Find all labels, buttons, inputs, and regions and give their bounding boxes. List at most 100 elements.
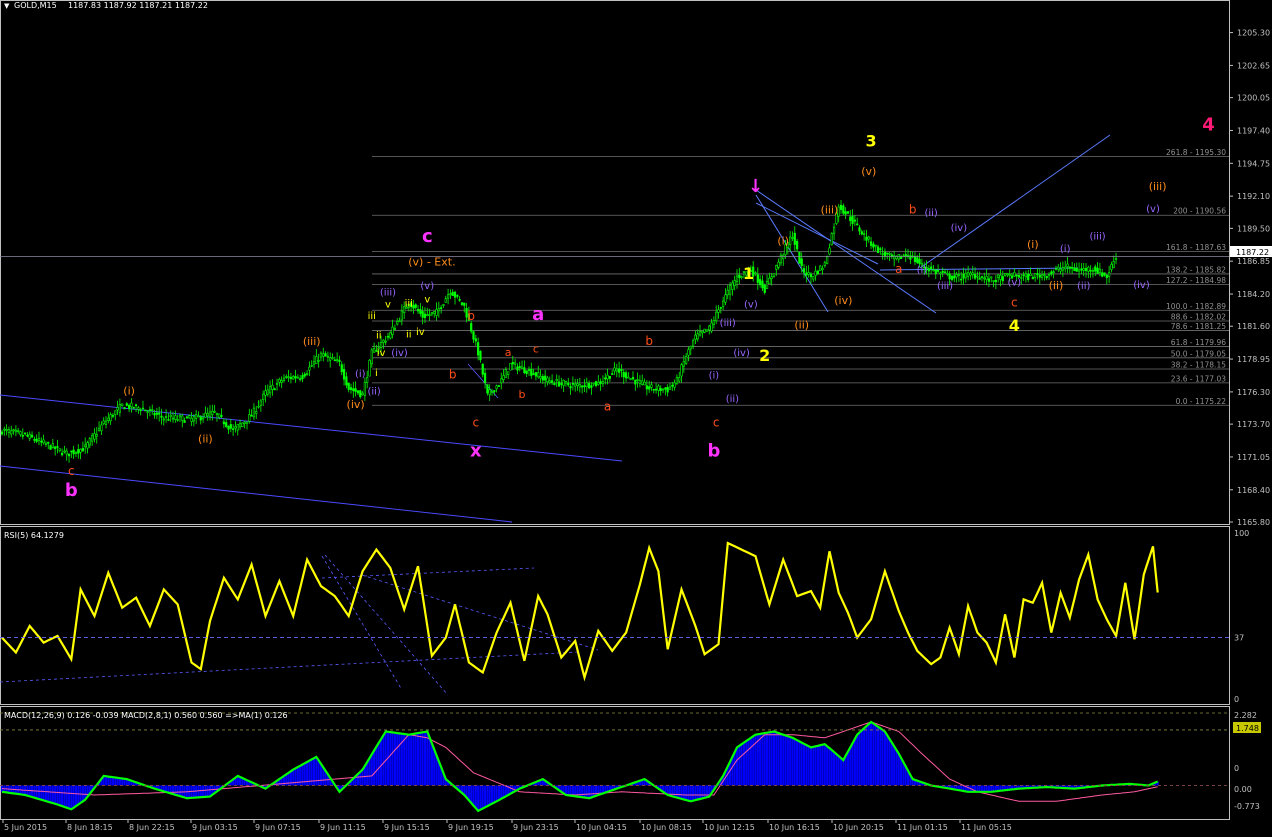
macd-histogram-bar [197,785,200,798]
candle-body [819,265,822,272]
candle-body [271,384,274,390]
rsi-pane[interactable]: 100 37 0 [0,529,1249,704]
candle-body [805,272,808,276]
price-tick-label: 1186.85 [1237,257,1270,266]
candle-body [525,370,528,375]
candle-body [856,223,859,226]
candle-body [222,421,225,425]
wave-label: ii [406,329,412,340]
candle-body [927,268,930,272]
macd-histogram-bar [42,785,45,801]
wave-label: (iii) [303,335,321,348]
candle-body [287,376,290,379]
candle-body [976,275,979,278]
candle-body [336,359,339,361]
macd-histogram-bar [890,742,893,786]
wave-label: (iv) [834,294,852,307]
time-tick-label: 10 Jun 08:15 [641,823,692,832]
candle-body [430,312,434,315]
candle-body [500,378,503,384]
macd-histogram-bar [761,733,764,786]
macd-histogram-bar [317,760,320,786]
macd-histogram-bar [782,734,785,786]
candle-body [675,376,679,384]
wave-label: 4 [1202,114,1215,135]
candle-body [973,274,977,279]
macd-histogram-bar [879,728,882,786]
wave-label: (iii) [937,281,953,292]
candle-body [839,204,843,210]
candle-body [400,310,403,321]
candle-body [280,380,283,383]
candle-body [530,368,533,376]
candle-body [777,261,780,268]
candle-body [1103,272,1106,276]
price-tick-label: 1173.70 [1237,420,1270,429]
macd-histogram-bar [81,785,84,802]
wave-label: (iv) [951,223,968,234]
candle-body [303,373,306,377]
macd-histogram-bar [373,750,376,786]
time-tick-label: 8 Jun 22:15 [129,823,175,832]
macd-histogram-bar [895,750,898,786]
candle-body [828,247,831,255]
wave-label: a [604,399,611,413]
candle-body [121,403,124,407]
candle-body [1066,263,1069,267]
macd-histogram-bar [470,785,473,803]
candle-body [872,243,875,248]
candle-body [1101,272,1104,277]
candle-body [26,434,29,437]
candle-body [823,262,826,267]
wave-label: (i) [777,234,789,247]
candle-body [1096,267,1099,274]
candle-body [888,252,891,255]
candle-body [7,429,11,433]
candle-body [722,300,725,307]
candle-body [167,419,170,421]
candle-body [197,415,200,418]
macd-histogram-bar [772,731,776,786]
price-tick-label: 1189.50 [1237,224,1270,233]
macd-histogram-bar [853,738,856,786]
candle-body [1110,264,1113,270]
candle-body [798,251,801,264]
fib-level-label: 127.2 - 1184.98 [1166,276,1226,285]
fib-level-label: 23.6 - 1177.03 [1171,374,1226,383]
rsi-trendlines [0,554,599,696]
candle-body [1004,273,1007,277]
macd-histogram-bar [63,785,66,807]
trading-chart[interactable]: 261.8 - 1195.30 200 - 1190.56 161.8 - 1187… [0,0,1272,837]
macd-histogram-bar [416,733,420,786]
wave-label: b [645,334,653,348]
candle-body [645,385,648,390]
macd-histogram-bar [863,728,866,786]
candle-body [317,360,320,362]
candle-body [712,320,715,325]
wave-label: x [470,440,482,461]
candle-body [14,429,17,433]
candle-body [516,366,519,371]
candle-body [1087,266,1090,272]
macd-pane[interactable]: 2.282 0 0.00 -0.773 [0,711,1260,813]
candle-body [795,240,799,250]
candle-body [555,379,558,382]
candle-body [458,299,461,301]
candle-body [414,304,417,308]
price-pane[interactable]: 261.8 - 1195.30 200 - 1190.56 161.8 - 1187… [0,29,1270,527]
candle-body [518,366,521,368]
macd-histogram-bar [35,785,38,799]
candle-body [153,413,156,416]
wave-label: (v) [744,300,758,311]
candle-body [523,367,526,374]
candle-body [100,424,103,432]
candle-body [347,382,350,390]
candle-body [185,416,189,419]
candle-body [386,335,390,338]
candle-body [118,403,121,413]
time-tick-label: 9 Jun 03:15 [192,823,238,832]
candle-body [932,269,935,272]
candle-body [123,407,126,410]
candle-body [606,374,609,380]
macd-histogram-bar [696,785,699,800]
